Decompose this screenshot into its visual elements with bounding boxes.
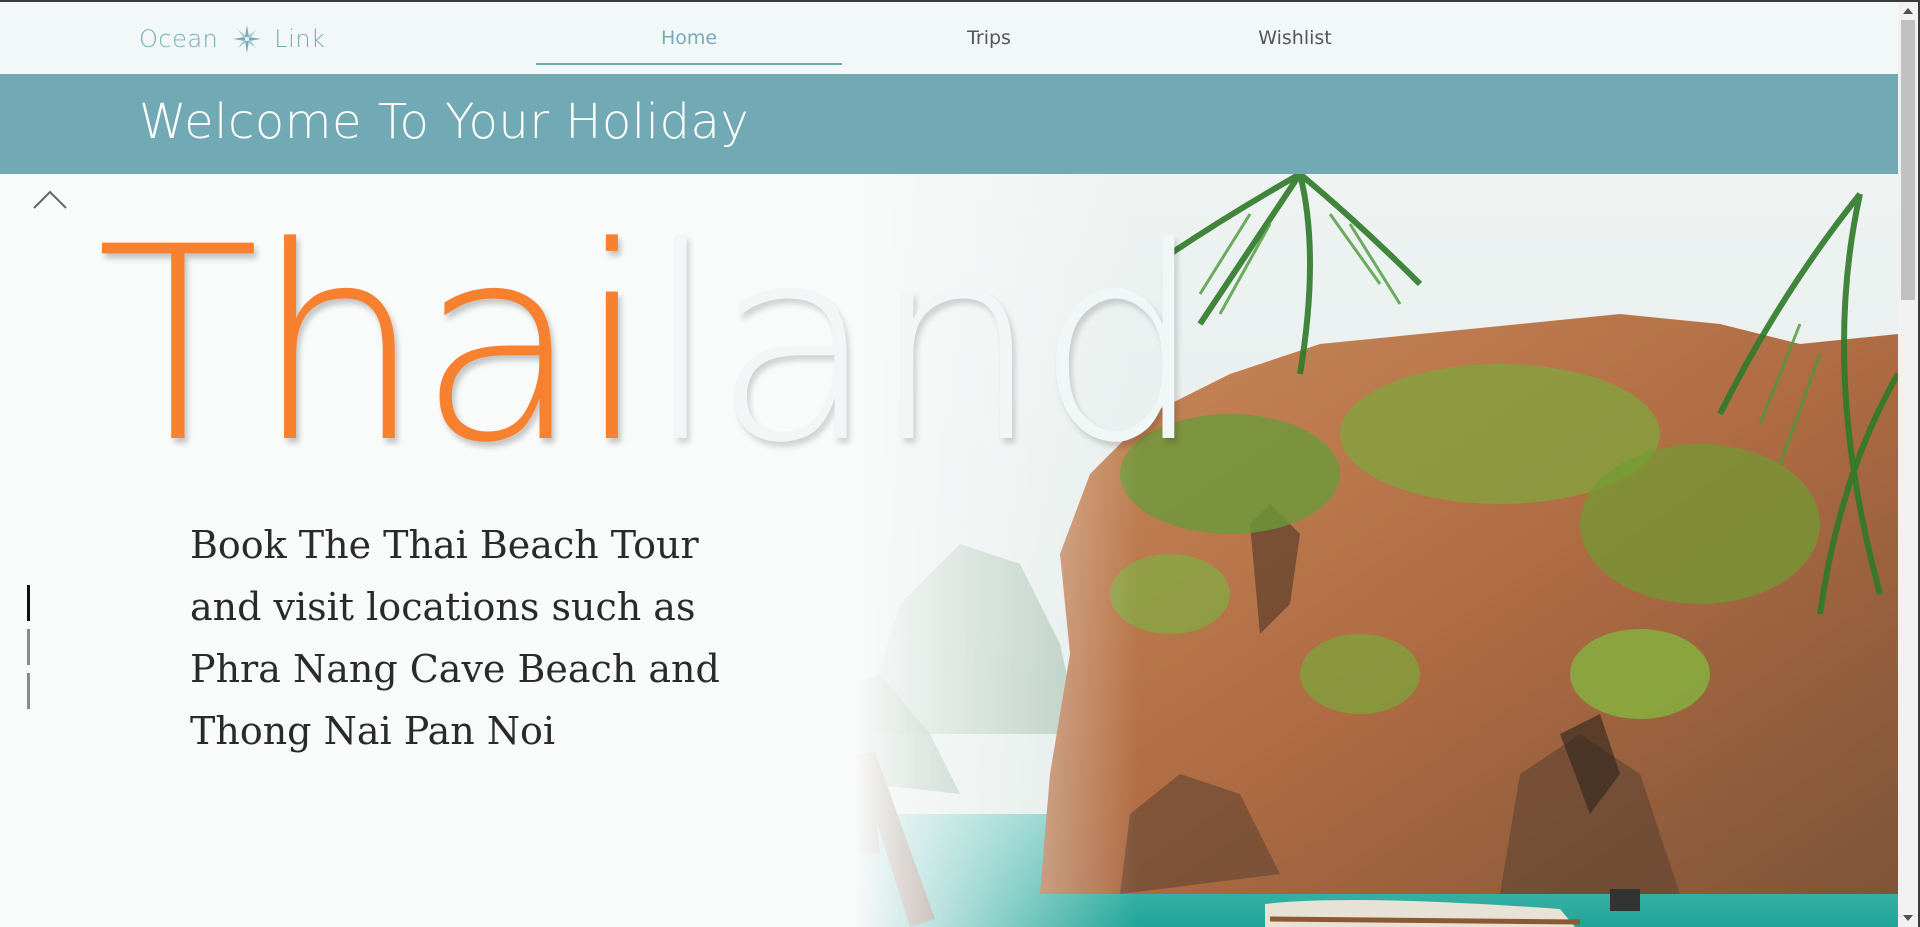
page-scrollbar[interactable] [1898,2,1918,927]
brand-word-link: Link [274,25,326,53]
slide-indicator-2[interactable] [27,629,30,665]
welcome-banner: Welcome To Your Holiday [0,74,1898,174]
scroll-up-chevron-icon[interactable] [32,188,68,212]
hero-title-part-land: land [644,190,1205,502]
nav-link-wishlist[interactable]: Wishlist [1142,2,1448,74]
banner-title: Welcome To Your Holiday [139,94,750,150]
slide-indicator-3[interactable] [27,673,30,709]
scroll-down-arrow-icon[interactable] [1903,915,1913,921]
brand-logo[interactable]: Ocean Link [139,22,325,56]
hero-description: Book The Thai Beach Tour and visit locat… [190,523,720,753]
nav-link-home[interactable]: Home [536,2,842,74]
hero-title: Thailand [96,212,1205,480]
scrollbar-thumb[interactable] [1901,20,1915,300]
scroll-up-arrow-icon[interactable] [1903,8,1913,14]
top-navigation: Ocean Link Home Trips Wishlist [0,2,1898,74]
nav-link-trips[interactable]: Trips [836,2,1142,74]
brand-word-ocean: Ocean [139,25,219,53]
slide-indicator-1[interactable] [27,585,30,621]
hero-title-part-thai: Thai [96,190,650,502]
compass-rose-icon [232,24,262,54]
hero-section: Thailand Book The Thai Beach Tour and vi… [0,174,1898,927]
slide-pager [27,585,30,717]
